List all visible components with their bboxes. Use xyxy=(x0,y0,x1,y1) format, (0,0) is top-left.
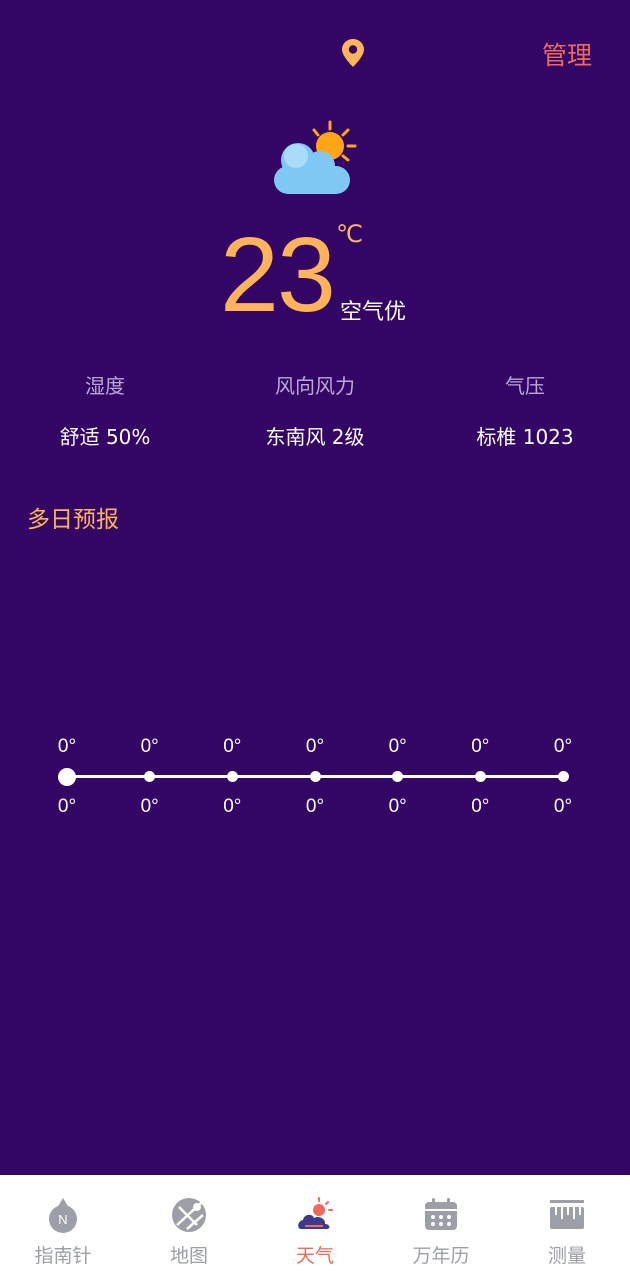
forecast-title: 多日预报 xyxy=(27,507,119,533)
temperature-unit: ℃ xyxy=(336,220,363,248)
forecast-dot-0[interactable] xyxy=(58,767,76,786)
calendar-icon xyxy=(425,1198,457,1230)
manage-button[interactable]: 管理 xyxy=(542,36,592,72)
nav-label: 天气 xyxy=(295,1245,334,1267)
svg-text:N: N xyxy=(58,1212,67,1227)
forecast-high-1: 0° xyxy=(140,736,159,757)
forecast-dot-6[interactable] xyxy=(557,771,569,782)
nav-label: 测量 xyxy=(547,1245,586,1267)
stat-label: 气压 xyxy=(505,374,545,398)
air-quality-label: 空气优 xyxy=(340,300,407,325)
forecast-dot-4[interactable] xyxy=(392,771,404,782)
nav-label: 地图 xyxy=(169,1245,208,1267)
weather-icon xyxy=(298,1197,333,1229)
bottom-nav: N 指南针 地图 天气 万年历 测量 xyxy=(0,1175,630,1280)
forecast-high-4: 0° xyxy=(388,736,407,757)
partly-cloudy-icon xyxy=(274,120,357,194)
forecast-low-3: 0° xyxy=(305,796,325,817)
forecast-low-4: 0° xyxy=(388,796,407,817)
compass-icon: N xyxy=(49,1198,77,1233)
ruler-icon xyxy=(550,1200,584,1229)
stat-humidity: 湿度 舒适 50% xyxy=(0,370,210,450)
stat-wind: 风向风力 东南风 2级 xyxy=(210,370,420,450)
nav-item-weather[interactable]: 天气 xyxy=(252,1175,378,1280)
forecast-high-3: 0° xyxy=(305,736,325,757)
stat-label: 湿度 xyxy=(85,374,125,398)
nav-item-map[interactable]: 地图 xyxy=(126,1175,252,1280)
forecast-dot-1[interactable] xyxy=(144,771,156,782)
weather-screen: 管理 23 ℃ 空气优 湿度 舒适 50% 风向风力 东南风 2级 气压 标椎 … xyxy=(0,0,630,1280)
forecast-high-6: 0° xyxy=(553,736,573,757)
stat-value: 东南风 2级 xyxy=(265,425,365,449)
forecast-low-1: 0° xyxy=(140,796,159,817)
nav-item-compass[interactable]: N 指南针 xyxy=(0,1175,126,1280)
nav-label: 指南针 xyxy=(34,1245,92,1267)
nav-item-ruler[interactable]: 测量 xyxy=(504,1175,630,1280)
forecast-dot-5[interactable] xyxy=(474,771,486,782)
stat-value: 标椎 1023 xyxy=(476,425,574,449)
forecast-high-5: 0° xyxy=(471,736,490,757)
forecast-high-2: 0° xyxy=(223,736,242,757)
forecast-low-6: 0° xyxy=(553,796,573,817)
forecast-high-0: 0° xyxy=(57,736,77,757)
stat-pressure: 气压 标椎 1023 xyxy=(420,370,630,450)
stat-label: 风向风力 xyxy=(275,374,355,398)
current-temperature: 23 xyxy=(220,216,336,334)
stat-value: 舒适 50% xyxy=(59,425,151,449)
forecast-low-5: 0° xyxy=(471,796,490,817)
nav-item-calendar[interactable]: 万年历 xyxy=(378,1175,504,1280)
forecast-dot-2[interactable] xyxy=(226,771,238,782)
map-icon xyxy=(172,1198,206,1232)
forecast-low-2: 0° xyxy=(223,796,242,817)
forecast-low-0: 0° xyxy=(57,796,77,817)
location-pin-icon[interactable] xyxy=(340,38,366,68)
forecast-dot-3[interactable] xyxy=(309,771,321,782)
nav-label: 万年历 xyxy=(412,1245,470,1267)
